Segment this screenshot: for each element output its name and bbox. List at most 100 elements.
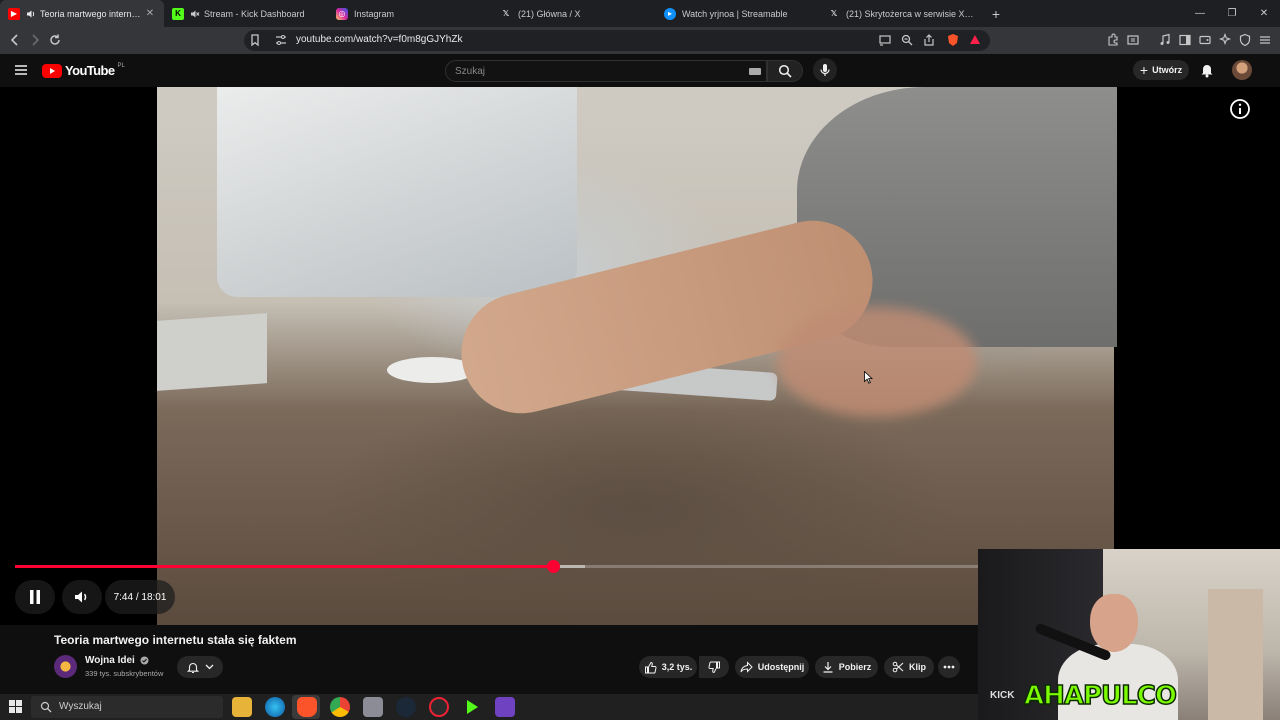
book-stack-shape xyxy=(157,313,267,391)
app-icon[interactable] xyxy=(495,697,515,717)
progress-played xyxy=(15,565,553,568)
like-button[interactable]: 3,2 tys. xyxy=(639,656,697,678)
clip-button[interactable]: Klip xyxy=(884,656,934,678)
browser-toolbar: youtube.com/watch?v=f0m8gGJYhZk xyxy=(0,27,1280,54)
zoom-icon[interactable] xyxy=(900,33,914,47)
more-actions-button[interactable] xyxy=(938,656,960,678)
youtube-logo[interactable]: YouTube PL xyxy=(42,63,125,78)
cast-icon[interactable] xyxy=(878,33,892,47)
info-icon[interactable] xyxy=(1229,98,1251,120)
tab-title: (21) Główna / X xyxy=(518,8,581,19)
muted-speaker-icon[interactable] xyxy=(190,9,200,19)
pause-button[interactable] xyxy=(15,580,55,614)
volume-button[interactable] xyxy=(62,580,102,614)
scissors-icon xyxy=(892,661,904,673)
dislike-button[interactable] xyxy=(699,656,729,678)
download-button[interactable]: Pobierz xyxy=(815,656,878,678)
forward-icon[interactable] xyxy=(28,33,42,47)
minimize-button[interactable]: — xyxy=(1184,0,1216,27)
progress-scrubber[interactable] xyxy=(546,560,560,573)
share-arrow-icon xyxy=(740,661,753,673)
back-icon[interactable] xyxy=(8,33,22,47)
chevron-down-icon xyxy=(205,664,214,670)
search-button[interactable] xyxy=(767,60,803,82)
time-text: 7:44 / 18:01 xyxy=(113,591,167,603)
windows-start-icon[interactable] xyxy=(9,700,22,713)
streamable-icon: ▸ xyxy=(664,7,676,20)
voice-search-button[interactable] xyxy=(813,58,837,82)
share-button[interactable]: Udostępnij xyxy=(735,656,809,678)
streamer-head-shape xyxy=(1090,594,1138,652)
x-icon: 𝕏 xyxy=(830,9,838,18)
tab-x-home[interactable]: 𝕏 (21) Główna / X xyxy=(492,0,656,27)
file-explorer-icon[interactable] xyxy=(232,697,252,717)
keyboard-icon[interactable] xyxy=(749,68,761,75)
notifications-bell-icon[interactable] xyxy=(1200,62,1214,78)
create-button[interactable]: + Utwórz xyxy=(1133,60,1189,80)
tab-title: Instagram xyxy=(354,8,395,19)
reload-icon[interactable] xyxy=(48,33,62,47)
extensions-icon[interactable] xyxy=(1106,33,1120,47)
subscribed-notifications-button[interactable] xyxy=(177,656,223,678)
menu-icon[interactable] xyxy=(1258,33,1272,47)
channel-avatar[interactable] xyxy=(54,655,77,678)
bookmark-icon[interactable] xyxy=(248,33,262,47)
channel-name[interactable]: Wojna Idei xyxy=(85,655,135,666)
video-player[interactable]: 7:44 / 18:01 xyxy=(0,87,1280,625)
search-input[interactable] xyxy=(446,61,726,82)
like-count: 3,2 tys. xyxy=(661,662,693,672)
close-tab-icon[interactable]: ✕ xyxy=(144,8,156,19)
wallet-card-icon[interactable] xyxy=(1198,33,1212,47)
wallet-icon[interactable] xyxy=(1126,33,1140,47)
hamburger-menu-icon[interactable] xyxy=(14,64,28,76)
youtube-icon: ▶ xyxy=(8,7,20,20)
app-icon[interactable] xyxy=(363,697,383,717)
download-label: Pobierz xyxy=(838,662,872,672)
share-page-icon[interactable] xyxy=(922,33,936,47)
kick-app-icon[interactable] xyxy=(462,697,482,717)
person-hand-shape xyxy=(777,307,977,417)
new-tab-button[interactable]: + xyxy=(984,0,1008,27)
tab-youtube[interactable]: ▶ Teoria martwego internetu sta ✕ xyxy=(0,0,164,27)
channel-name-row[interactable]: Wojna Idei xyxy=(85,655,149,666)
sidebar-icon[interactable] xyxy=(1178,33,1192,47)
webcam-overlay: KICK AHAPULCO xyxy=(978,549,1280,720)
close-window-button[interactable]: ✕ xyxy=(1248,0,1280,27)
music-icon[interactable] xyxy=(1158,33,1172,47)
video-frame xyxy=(157,87,1117,625)
obs-icon[interactable] xyxy=(429,697,449,717)
tab-instagram[interactable]: ◎ Instagram xyxy=(328,0,492,27)
avatar[interactable] xyxy=(1232,60,1252,80)
kick-icon: K xyxy=(172,7,184,20)
steam-icon[interactable] xyxy=(396,697,416,717)
tab-kick-dashboard[interactable]: K Stream - Kick Dashboard xyxy=(164,0,328,27)
brave-rewards-icon[interactable] xyxy=(968,33,982,47)
taskbar-search[interactable]: Wyszukaj xyxy=(31,696,223,718)
volume-icon xyxy=(74,590,90,604)
streamer-logo-text: AHAPULCO xyxy=(1023,680,1177,712)
verified-icon xyxy=(140,656,149,665)
tab-x-post[interactable]: 𝕏 (21) Skrytożerca w serwisie X: „Rzigo xyxy=(820,0,984,27)
browser-tab-strip: ▶ Teoria martwego internetu sta ✕ K Stre… xyxy=(0,0,1280,27)
speaker-icon[interactable] xyxy=(26,9,36,19)
x-icon: 𝕏 xyxy=(502,9,510,18)
tab-title: Stream - Kick Dashboard xyxy=(204,8,305,19)
taskbar-search-placeholder: Wyszukaj xyxy=(59,701,102,712)
tab-title: Teoria martwego internetu sta xyxy=(40,8,144,19)
vpn-shield-icon[interactable] xyxy=(1238,33,1252,47)
address-bar[interactable]: youtube.com/watch?v=f0m8gGJYhZk xyxy=(244,30,990,51)
restore-button[interactable]: ❐ xyxy=(1216,0,1248,27)
thumbs-up-icon xyxy=(644,661,657,674)
clip-label: Klip xyxy=(909,662,926,672)
region-code: PL xyxy=(117,62,125,69)
tab-title: (21) Skrytożerca w serwisie X: „Rzigo xyxy=(846,8,976,19)
thumbs-down-icon xyxy=(707,661,721,674)
brave-shield-icon[interactable] xyxy=(946,33,960,47)
edge-icon[interactable] xyxy=(265,697,285,717)
site-settings-icon[interactable] xyxy=(274,33,288,47)
microphone-icon xyxy=(819,63,831,77)
chrome-icon[interactable] xyxy=(330,697,350,717)
leo-ai-icon[interactable] xyxy=(1218,33,1232,47)
instagram-icon: ◎ xyxy=(336,7,348,20)
tab-streamable[interactable]: ▸ Watch yrjnoa | Streamable xyxy=(656,0,820,27)
